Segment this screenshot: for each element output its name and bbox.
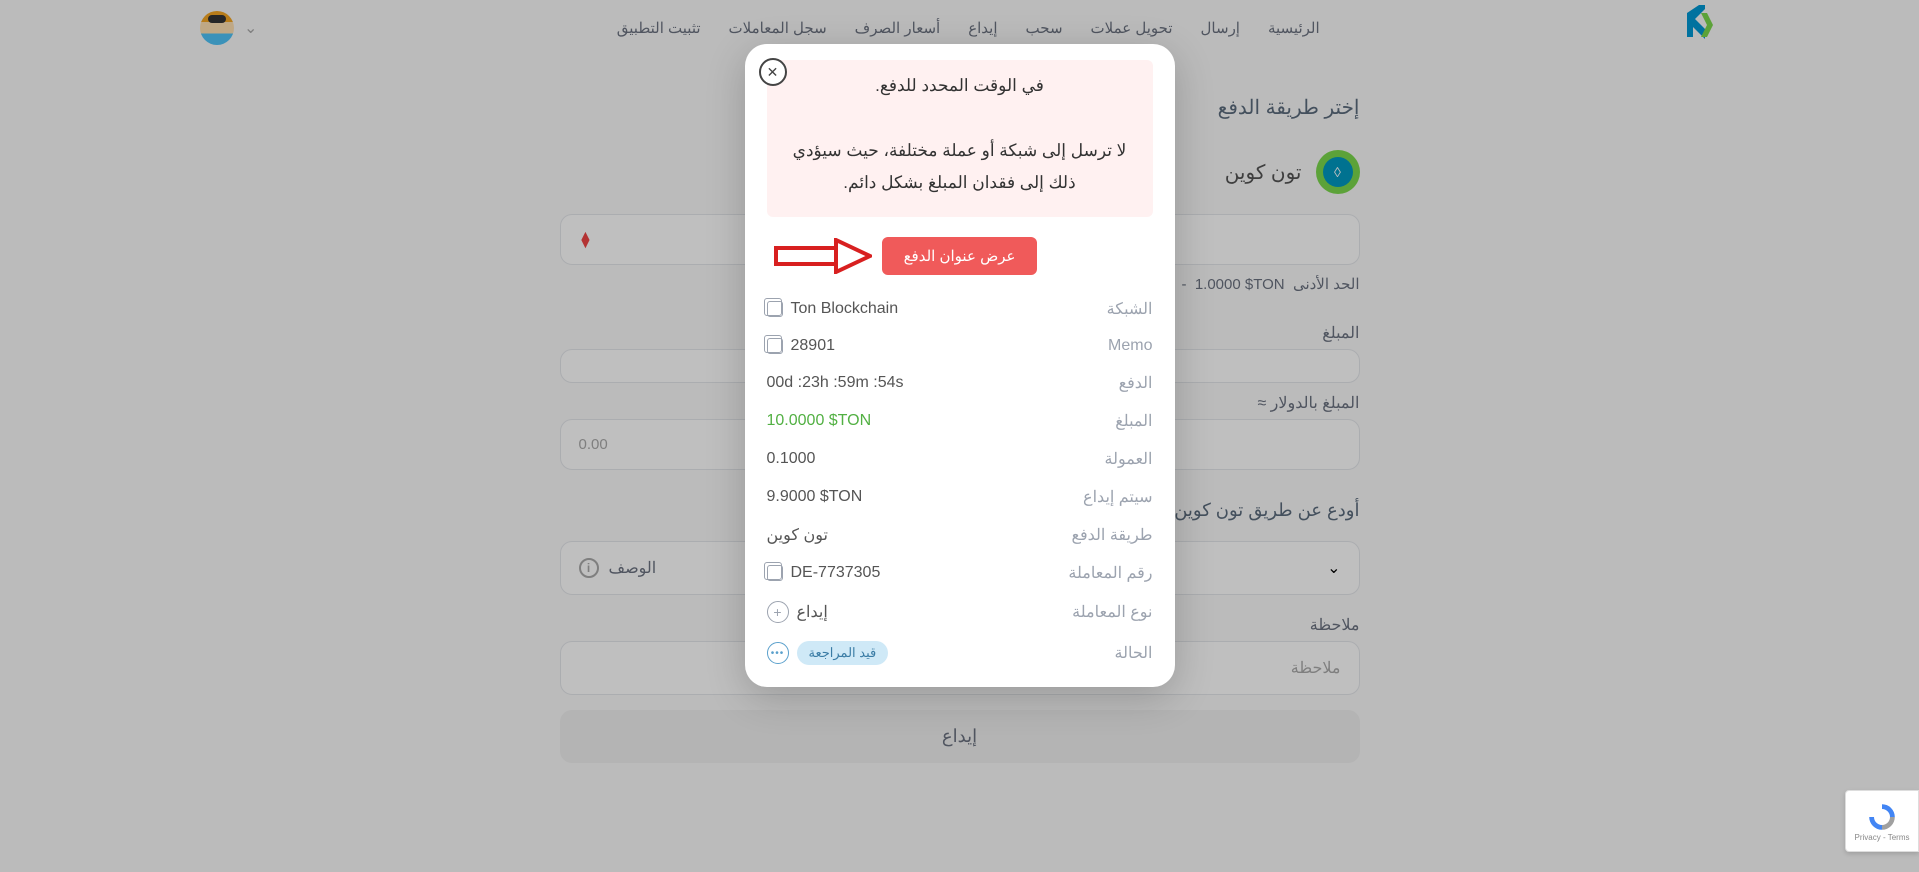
warning-text-2: لا ترسل إلى شبكة أو عملة مختلفة، حيث سيؤ…	[781, 135, 1139, 200]
deposit-modal: ✕ في الوقت المحدد للدفع. لا ترسل إلى شبك…	[745, 44, 1175, 687]
memo-value: 28901	[767, 337, 836, 355]
warning-text-1: في الوقت المحدد للدفع.	[781, 70, 1139, 102]
txno-label: رقم المعاملة	[1068, 563, 1152, 583]
txtype-value: إيداع +	[767, 601, 828, 623]
amount-label: المبلغ	[1115, 411, 1152, 431]
paywithin-value: 00d :23h :59m :54s	[767, 374, 904, 392]
txtype-label: نوع المعاملة	[1072, 602, 1152, 622]
status-label: الحالة	[1115, 643, 1153, 663]
copy-icon[interactable]	[767, 565, 783, 581]
paywithin-label: الدفع	[1119, 373, 1153, 393]
network-value: Ton Blockchain	[767, 300, 899, 318]
method-label: طريقة الدفع	[1071, 525, 1152, 545]
arrow-annotation-icon	[772, 238, 872, 274]
recaptcha-icon	[1866, 801, 1898, 833]
willdeposit-value: 9.9000 $TON	[767, 488, 863, 506]
fee-value: 0.1000	[767, 450, 816, 468]
memo-label: Memo	[1108, 337, 1152, 355]
warning-box: في الوقت المحدد للدفع. لا ترسل إلى شبكة …	[767, 60, 1153, 217]
copy-icon[interactable]	[767, 301, 783, 317]
status-value: قيد المراجعة •••	[767, 641, 889, 665]
amount-value: 10.0000 $TON	[767, 412, 872, 430]
status-badge: قيد المراجعة	[797, 641, 889, 665]
close-icon: ✕	[767, 64, 779, 81]
txno-value: DE-7737305	[767, 564, 881, 582]
plus-icon: +	[767, 601, 789, 623]
copy-icon[interactable]	[767, 338, 783, 354]
fee-label: العمولة	[1104, 449, 1152, 469]
show-address-label: عرض عنوان الدفع	[904, 248, 1016, 265]
network-label: الشبكة	[1107, 299, 1153, 319]
willdeposit-label: سيتم إيداع	[1083, 487, 1152, 507]
show-address-button[interactable]: عرض عنوان الدفع	[882, 237, 1038, 275]
recaptcha-badge[interactable]: Privacy - Terms	[1845, 790, 1919, 852]
more-icon[interactable]: •••	[767, 642, 789, 664]
method-value: تون كوين	[767, 525, 828, 545]
close-button[interactable]: ✕	[759, 58, 787, 86]
recaptcha-text: Privacy - Terms	[1855, 833, 1910, 842]
